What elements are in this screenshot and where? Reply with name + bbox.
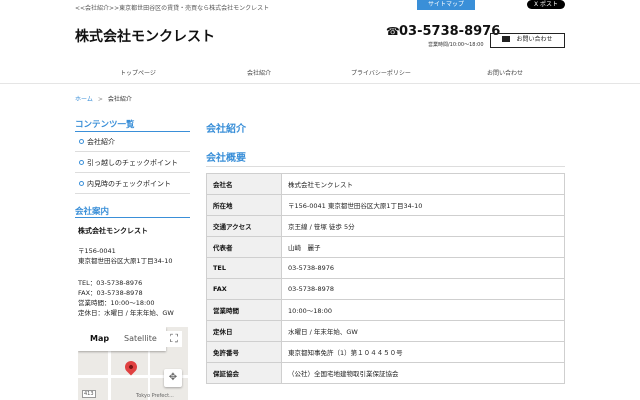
row-label: 保証協会: [206, 362, 282, 384]
bullet-icon: [79, 139, 84, 144]
row-label: 免許番号: [206, 341, 282, 363]
table-row: 代表者 山崎 麗子: [206, 236, 565, 258]
map-type-toggle: Map Satellite: [78, 327, 166, 351]
section-divider: [206, 166, 565, 167]
nav-item-privacy[interactable]: プライバシーポリシー: [351, 68, 411, 77]
row-label: 営業時間: [206, 299, 282, 321]
breadcrumb-home[interactable]: ホーム: [75, 96, 93, 103]
phone-icon: ☎: [386, 25, 400, 38]
sidebar-tel: TEL：03-5738-8976: [78, 279, 143, 287]
contact-button[interactable]: お問い合わせ: [490, 33, 565, 48]
section-title: 会社概要: [206, 153, 246, 164]
bullet-icon: [79, 181, 84, 186]
table-row: 保証協会 （公社）全国宅地建物取引業保証協会: [206, 362, 565, 384]
fullscreen-icon[interactable]: ⛶: [166, 331, 182, 347]
sidebar-holiday: 定休日：水曜日 / 年末年始、GW: [78, 309, 174, 317]
row-value: 〒156-0041 東京都世田谷区大原1丁目34-10: [281, 194, 565, 216]
bullet-icon: [79, 160, 84, 165]
sidebar-item-label: 内見時のチェックポイント: [87, 180, 171, 188]
contact-button-label: お問い合わせ: [516, 36, 553, 43]
sidebar-company-name: 株式会社モンクレスト: [78, 227, 148, 235]
row-value: 10:00〜18:00: [281, 299, 565, 321]
global-nav: トップページ 会社紹介 プライバシーポリシー お問い合わせ: [0, 56, 640, 84]
sitemap-button[interactable]: サイトマップ: [417, 0, 475, 10]
site-logo[interactable]: 株式会社モンクレスト: [75, 26, 215, 46]
company-info-table: 会社名 株式会社モンクレスト 所在地 〒156-0041 東京都世田谷区大原1丁目3…: [206, 173, 565, 384]
sidebar-fax: FAX：03-5738-8978: [78, 289, 143, 297]
row-label: 所在地: [206, 194, 282, 216]
row-value: 株式会社モンクレスト: [281, 173, 565, 195]
sidebar-address: 東京都世田谷区大原1丁目34-10: [78, 257, 173, 265]
nav-item-top[interactable]: トップページ: [120, 68, 156, 77]
row-value: 水曜日 / 年末年始、GW: [281, 320, 565, 342]
pan-control-icon[interactable]: ✥: [164, 369, 182, 387]
row-label: 交通アクセス: [206, 215, 282, 237]
phone-number-text: 03-5738-8976: [399, 24, 501, 39]
nav-item-company[interactable]: 会社紹介: [247, 68, 271, 77]
phone-number[interactable]: ☎03-5738-8976: [386, 24, 500, 39]
row-value: 山崎 麗子: [281, 236, 565, 258]
row-label: 会社名: [206, 173, 282, 195]
sidebar-postal-code: 〒156-0041: [78, 247, 116, 255]
table-row: 定休日 水曜日 / 年末年始、GW: [206, 320, 565, 342]
table-row: 所在地 〒156-0041 東京都世田谷区大原1丁目34-10: [206, 194, 565, 216]
map-route-label: 413: [82, 390, 96, 398]
mail-icon: [502, 36, 511, 42]
table-row: TEL 03-5738-8976: [206, 257, 565, 279]
map-pin-icon[interactable]: [122, 358, 140, 376]
breadcrumb-separator: >: [97, 96, 103, 103]
map-road: [108, 347, 111, 400]
sidebar-heading-divider: [75, 217, 190, 218]
sidebar-item-moving-checkpoints[interactable]: 引っ越しのチェックポイント: [75, 153, 190, 173]
sidebar-item-label: 会社紹介: [87, 138, 115, 146]
row-label: 定休日: [206, 320, 282, 342]
google-map[interactable]: Map Satellite ⛶ ✥ 413 Tokyo Prefect...: [78, 327, 188, 400]
breadcrumb-current: 会社紹介: [107, 96, 132, 103]
sidebar-hours: 営業時間：10:00〜18:00: [78, 299, 155, 307]
table-row: 免許番号 東京都知事免許（1）第１０４４５０号: [206, 341, 565, 363]
sidebar-item-label: 引っ越しのチェックポイント: [87, 159, 178, 167]
row-value: 03-5738-8978: [281, 278, 565, 300]
row-label: FAX: [206, 278, 282, 300]
business-hours: 営業時間/10:00〜18:00: [428, 42, 484, 48]
x-post-button[interactable]: X ポスト: [527, 0, 565, 9]
top-tagline: <<会社紹介>>東京都世田谷区の賃貸・売買なら株式会社モンクレスト: [75, 5, 270, 12]
table-row: 交通アクセス 京王線 / 笹塚 徒歩 5分: [206, 215, 565, 237]
table-row: 会社名 株式会社モンクレスト: [206, 173, 565, 195]
sidebar-item-viewing-checkpoints[interactable]: 内見時のチェックポイント: [75, 174, 190, 194]
nav-item-contact[interactable]: お問い合わせ: [487, 68, 523, 77]
table-row: 営業時間 10:00〜18:00: [206, 299, 565, 321]
row-label: TEL: [206, 257, 282, 279]
row-value: 03-5738-8976: [281, 257, 565, 279]
row-value: 京王線 / 笹塚 徒歩 5分: [281, 215, 565, 237]
sidebar-item-company[interactable]: 会社紹介: [75, 132, 190, 152]
map-place-label: Tokyo Prefect...: [136, 393, 174, 399]
row-label: 代表者: [206, 236, 282, 258]
page-title: 会社紹介: [206, 124, 246, 135]
row-value: （公社）全国宅地建物取引業保証協会: [281, 362, 565, 384]
map-view-button[interactable]: Map: [90, 327, 109, 351]
table-row: FAX 03-5738-8978: [206, 278, 565, 300]
satellite-view-button[interactable]: Satellite: [124, 327, 157, 351]
sidebar-company-heading: 会社案内: [75, 207, 110, 217]
row-value: 東京都知事免許（1）第１０４４５０号: [281, 341, 565, 363]
sidebar-contents-heading: コンテンツ一覧: [75, 120, 135, 130]
breadcrumb: ホーム > 会社紹介: [75, 94, 132, 103]
